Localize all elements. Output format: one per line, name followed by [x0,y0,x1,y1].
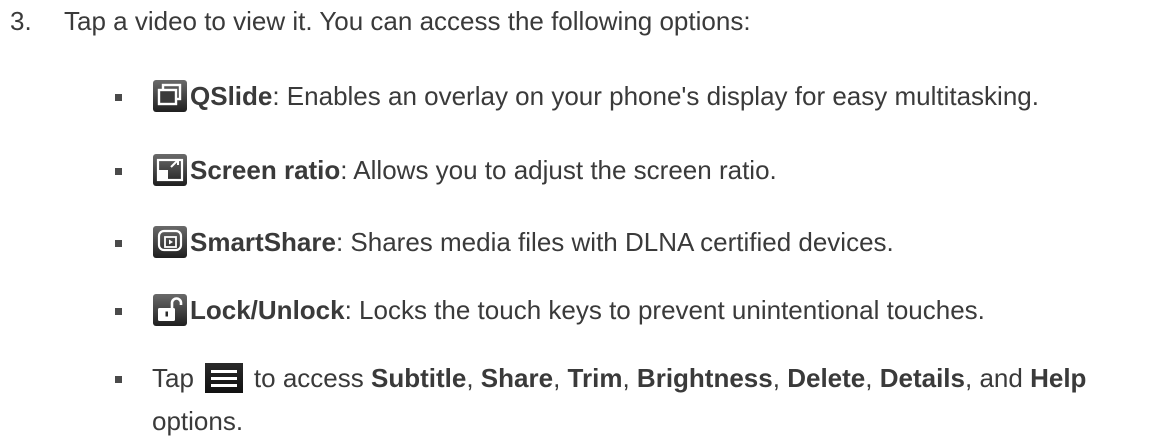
separator: , [772,363,780,393]
option-term: SmartShare [190,227,336,257]
option-desc: : Shares media files with DLNA certified… [335,227,894,257]
separator: , [466,363,474,393]
menu-item-trim: Trim [567,363,623,393]
step-number: 3. [10,6,32,36]
menu-line-to-access: to access [253,363,364,393]
qslide-icon [152,79,188,113]
step-3: 3. Tap a video to view it. You can access… [10,4,751,38]
option-desc: : Enables an overlay on your phone's dis… [272,81,1039,111]
option-term: QSlide [190,81,273,111]
option-desc: : Allows you to adjust the screen ratio. [340,155,777,185]
step-text: Tap a video to view it. You can access t… [64,6,751,36]
separator: , [964,363,973,393]
menu-item-delete: Delete [787,363,866,393]
menu-icon [204,361,244,395]
bullet-marker [115,94,122,101]
smartshare-icon [152,225,188,259]
option-desc: : Locks the touch keys to prevent uninte… [344,295,985,325]
separator: , [553,363,561,393]
menu-item-share: Share [480,363,554,393]
option-term: Lock/Unlock [190,295,345,325]
menu-line-tap: Tap [152,363,194,393]
bullet-marker [115,168,122,175]
screen-ratio-icon [152,153,188,187]
menu-item-brightness: Brightness [636,363,773,393]
menu-line-continuation: options. [152,406,244,436]
menu-item-details: Details [879,363,965,393]
menu-item-help: Help [1030,363,1087,393]
separator: , [622,363,630,393]
option-term: Screen ratio [190,155,341,185]
bullet-marker [115,308,122,315]
lock-unlock-icon [152,293,188,327]
menu-line-and: and [979,363,1023,393]
bullet-marker [115,376,122,383]
bullet-marker [115,240,122,247]
separator: , [865,363,873,393]
menu-item-subtitle: Subtitle [370,363,467,393]
